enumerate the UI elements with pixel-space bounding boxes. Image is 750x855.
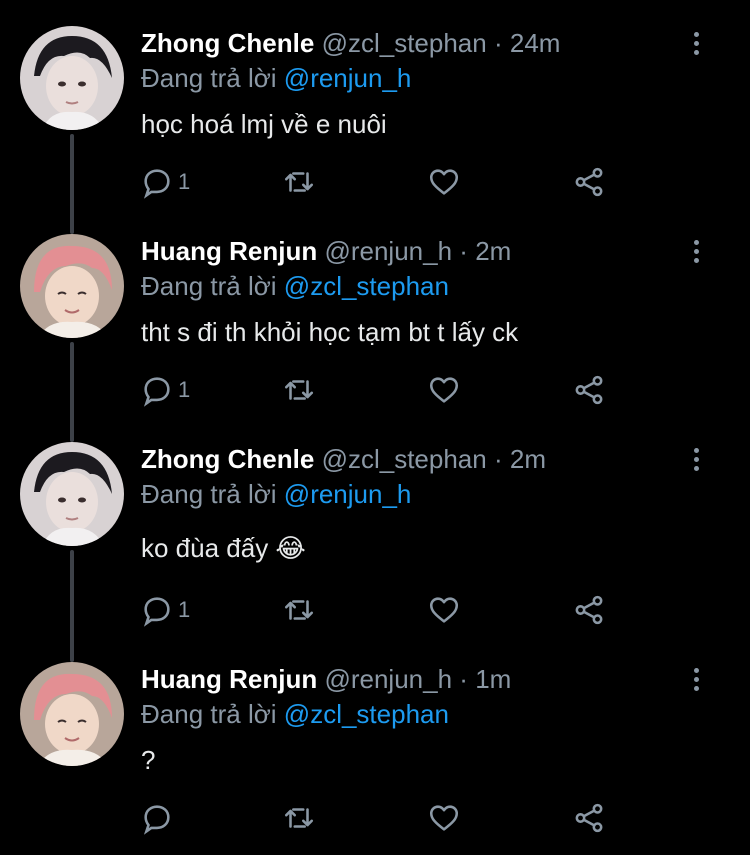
reply-count: 1 bbox=[178, 597, 191, 622]
timestamp[interactable]: 24m bbox=[510, 28, 561, 58]
replying-to: Đang trả lời @zcl_stephan bbox=[141, 699, 449, 729]
tweet[interactable]: Huang Renjun @renjun_h · 1m Đang trả lời… bbox=[0, 636, 750, 855]
share-button[interactable] bbox=[572, 592, 606, 628]
replying-to-label: Đang trả lời bbox=[141, 479, 277, 509]
replying-to: Đang trả lời @renjun_h bbox=[141, 63, 411, 93]
replying-to-label: Đang trả lời bbox=[141, 271, 277, 301]
reply-icon bbox=[143, 169, 170, 199]
like-button[interactable] bbox=[427, 800, 461, 836]
tweet-text: học hoá lmj về e nuôi bbox=[141, 109, 387, 139]
reply-button[interactable]: 1 bbox=[140, 592, 190, 628]
action-bar: 1 bbox=[140, 592, 620, 628]
reply-button[interactable] bbox=[140, 800, 178, 836]
reply-button[interactable]: 1 bbox=[140, 372, 190, 408]
reply-icon bbox=[143, 805, 170, 835]
user-handle[interactable]: @zcl_stephan bbox=[322, 444, 487, 474]
like-icon bbox=[429, 377, 459, 403]
retweet-button[interactable] bbox=[282, 164, 316, 200]
share-icon bbox=[575, 595, 603, 625]
action-bar: 1 bbox=[140, 164, 620, 200]
reply-icon bbox=[143, 377, 170, 407]
user-handle[interactable]: @renjun_h bbox=[324, 664, 452, 694]
share-button[interactable] bbox=[572, 164, 606, 200]
separator-dot: · bbox=[493, 444, 503, 474]
mention-link[interactable]: @renjun_h bbox=[284, 63, 412, 93]
timestamp[interactable]: 2m bbox=[475, 236, 511, 266]
display-name[interactable]: Zhong Chenle bbox=[141, 28, 314, 58]
replying-to: Đang trả lời @renjun_h bbox=[141, 479, 411, 509]
like-button[interactable] bbox=[427, 164, 461, 200]
avatar[interactable] bbox=[20, 662, 124, 766]
action-bar: 1 bbox=[140, 372, 620, 408]
tweet-text: ? bbox=[141, 745, 156, 775]
separator-dot: · bbox=[459, 236, 468, 266]
retweet-button[interactable] bbox=[282, 800, 316, 836]
retweet-icon bbox=[284, 172, 314, 192]
timestamp[interactable]: 2m bbox=[510, 444, 546, 474]
reply-icon bbox=[143, 597, 170, 627]
separator-dot: · bbox=[493, 28, 503, 58]
reply-count: 1 bbox=[178, 377, 191, 402]
tweet[interactable]: Zhong Chenle @zcl_stephan · 2m Đang trả … bbox=[0, 416, 750, 636]
share-icon bbox=[575, 375, 603, 405]
display-name[interactable]: Zhong Chenle bbox=[141, 444, 314, 474]
retweet-icon bbox=[284, 600, 314, 620]
like-icon bbox=[429, 805, 459, 831]
tweet-text: tht s đi th khỏi học tạm bt t lấy ck bbox=[141, 317, 519, 347]
tweet-header: Huang Renjun @renjun_h · 2m bbox=[141, 236, 511, 266]
like-button[interactable] bbox=[427, 372, 461, 408]
tweet[interactable]: Huang Renjun @renjun_h · 2m Đang trả lời… bbox=[0, 208, 750, 423]
separator-dot: · bbox=[459, 664, 468, 694]
reply-button[interactable]: 1 bbox=[140, 164, 190, 200]
mention-link[interactable]: @zcl_stephan bbox=[284, 271, 449, 301]
user-handle[interactable]: @zcl_stephan bbox=[322, 28, 487, 58]
tweet-header: Huang Renjun @renjun_h · 1m bbox=[141, 664, 511, 694]
replying-to: Đang trả lời @zcl_stephan bbox=[141, 271, 449, 301]
tweet-text: ko đùa đấy 😂 bbox=[141, 533, 306, 563]
avatar[interactable] bbox=[20, 234, 124, 338]
like-icon bbox=[429, 169, 459, 195]
more-icon[interactable] bbox=[690, 240, 702, 266]
avatar[interactable] bbox=[20, 26, 124, 130]
action-bar bbox=[140, 800, 620, 836]
more-icon[interactable] bbox=[690, 668, 702, 694]
mention-link[interactable]: @renjun_h bbox=[284, 479, 412, 509]
replying-to-label: Đang trả lời bbox=[141, 63, 277, 93]
share-button[interactable] bbox=[572, 800, 606, 836]
retweet-icon bbox=[284, 380, 314, 400]
like-button[interactable] bbox=[427, 592, 461, 628]
display-name[interactable]: Huang Renjun bbox=[141, 664, 317, 694]
timestamp[interactable]: 1m bbox=[475, 664, 511, 694]
retweet-button[interactable] bbox=[282, 592, 316, 628]
retweet-button[interactable] bbox=[282, 372, 316, 408]
more-icon[interactable] bbox=[690, 448, 702, 474]
like-icon bbox=[429, 597, 459, 623]
share-icon bbox=[575, 803, 603, 833]
more-icon[interactable] bbox=[690, 32, 702, 58]
retweet-icon bbox=[284, 808, 314, 828]
share-button[interactable] bbox=[572, 372, 606, 408]
tweet-header: Zhong Chenle @zcl_stephan · 2m bbox=[141, 444, 546, 474]
tweet-header: Zhong Chenle @zcl_stephan · 24m bbox=[141, 28, 560, 58]
replying-to-label: Đang trả lời bbox=[141, 699, 277, 729]
mention-link[interactable]: @zcl_stephan bbox=[284, 699, 449, 729]
user-handle[interactable]: @renjun_h bbox=[324, 236, 452, 266]
share-icon bbox=[575, 167, 603, 197]
reply-count: 1 bbox=[178, 169, 191, 194]
avatar[interactable] bbox=[20, 442, 124, 546]
tweet[interactable]: Zhong Chenle @zcl_stephan · 24m Đang trả… bbox=[0, 0, 750, 215]
display-name[interactable]: Huang Renjun bbox=[141, 236, 317, 266]
